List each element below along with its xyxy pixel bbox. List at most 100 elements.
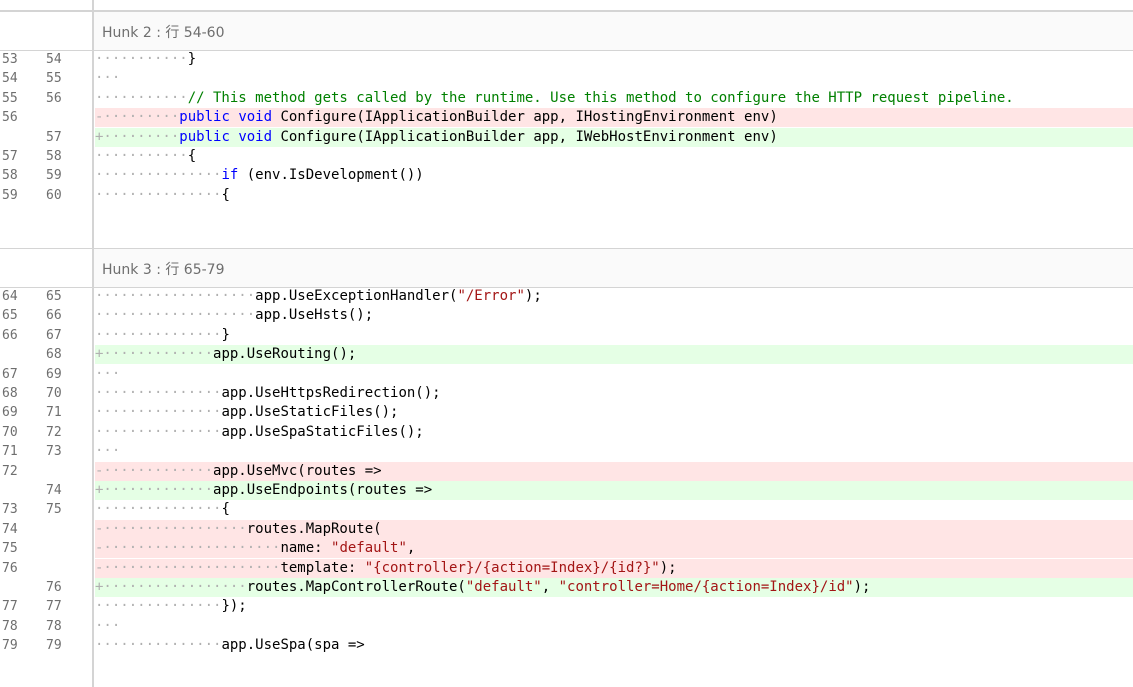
- whitespace-marker: ···············: [95, 598, 222, 615]
- whitespace-marker: ···············: [95, 385, 222, 401]
- whitespace-marker: ···················: [95, 288, 256, 304]
- code-text: ···: [95, 442, 1133, 461]
- whitespace-marker: ···············: [95, 326, 222, 343]
- code-token: }: [187, 51, 197, 67]
- hunk-title: Hunk 2 : 行 54-60: [102, 25, 225, 41]
- code-token: app.UseStaticFiles();: [221, 404, 399, 421]
- code-text: -·········public void Configure(IApplica…: [95, 108, 1133, 128]
- hunk-header: Hunk 3 : 行 65-79: [0, 248, 1133, 288]
- code-token: });: [221, 598, 247, 615]
- removed-line: 74 -·················routes.MapRoute(: [0, 519, 1133, 539]
- code-text: +·············app.UseEndpoints(routes =>: [95, 481, 1133, 500]
- old-line-number: 68: [2, 386, 18, 401]
- code-text: ···: [95, 617, 1133, 636]
- code-token: "default": [465, 579, 542, 595]
- new-line-number: 59: [46, 168, 62, 184]
- whitespace-marker: ···············: [95, 186, 222, 203]
- old-line-number: 72: [2, 463, 18, 479]
- code-token: public: [179, 109, 230, 126]
- new-line-number: 58: [46, 149, 62, 164]
- new-line-number: 79: [46, 638, 62, 654]
- new-line-number: 67: [46, 327, 62, 343]
- code-text: ···········{: [95, 147, 1133, 166]
- code-token: {: [221, 186, 230, 203]
- added-line: 74 +·············app.UseEndpoints(routes …: [0, 481, 1133, 500]
- old-line-number: 71: [2, 444, 18, 460]
- code-token: app.UseRouting();: [213, 346, 357, 363]
- context-line: 54 55 ···: [0, 69, 1133, 88]
- context-line: 67 69 ···: [0, 365, 1133, 384]
- code-token: routes.MapRoute(: [246, 520, 382, 537]
- context-line: 53 54 ···········}: [0, 50, 1133, 69]
- old-line-number: 54: [2, 71, 18, 87]
- code-token: app.UseEndpoints(routes =>: [213, 482, 433, 498]
- whitespace-marker: ···: [95, 70, 121, 87]
- whitespace-marker: +·········: [95, 128, 180, 145]
- code-text: -·············app.UseMvc(routes =>: [95, 461, 1133, 481]
- removed-line: 75 -·····················name: "default",: [0, 539, 1133, 559]
- old-line-number: 66: [2, 327, 18, 343]
- top-divider: [0, 0, 1133, 11]
- code-token: );: [524, 288, 542, 304]
- old-line-number: 56: [2, 110, 18, 126]
- whitespace-marker: ···············: [95, 501, 222, 518]
- context-line: 68 70 ···············app.UseHttpsRedirecti…: [0, 384, 1133, 403]
- code-token: app.UseHsts();: [255, 307, 374, 324]
- new-line-number: 57: [46, 129, 62, 145]
- new-line-number: 74: [46, 483, 62, 498]
- removed-line: 72 -·············app.UseMvc(routes =>: [0, 461, 1133, 481]
- old-line-number: 70: [2, 424, 18, 440]
- removed-line: 76 -·····················template: "{cont…: [0, 558, 1133, 578]
- code-token: app.UseHttpsRedirection();: [221, 385, 441, 401]
- new-line-number: 75: [46, 502, 62, 518]
- old-line-number: 65: [2, 308, 18, 324]
- old-line-number: 74: [2, 521, 18, 537]
- code-token: );: [659, 559, 677, 576]
- added-line: 57 +·········public void Configure(IAppli…: [0, 127, 1133, 147]
- new-line-number: 73: [46, 444, 62, 460]
- code-text: ···········// This method gets called by…: [95, 89, 1133, 108]
- code-text: ···············app.UseSpaStaticFiles();: [95, 423, 1133, 442]
- code-token: if: [221, 167, 239, 184]
- code-token: ,: [541, 579, 559, 595]
- new-line-number: 66: [46, 308, 62, 324]
- whitespace-marker: ···············: [95, 404, 222, 421]
- code-token: // This method gets called by the runtim…: [187, 89, 1014, 106]
- context-line: 77 77 ···············});: [0, 597, 1133, 616]
- code-token: app.UseExceptionHandler(: [255, 288, 458, 304]
- context-line: 55 56 ···········// This method gets calle…: [0, 89, 1133, 108]
- new-line-number: 56: [46, 90, 62, 106]
- code-text: ···············}: [95, 326, 1133, 345]
- code-text: ···················app.UseExceptionHandl…: [95, 287, 1133, 306]
- context-line: 65 66 ···················app.UseHsts();: [0, 306, 1133, 325]
- code-text: +·············app.UseRouting();: [95, 345, 1133, 365]
- context-line: 70 72 ···············app.UseSpaStaticFiles…: [0, 423, 1133, 442]
- code-token: Configure(IApplicationBuilder app, IHost…: [272, 109, 778, 126]
- code-text: +·················routes.MapControllerRo…: [95, 578, 1133, 597]
- old-line-number: 78: [2, 618, 18, 634]
- context-line: 73 75 ···············{: [0, 500, 1133, 519]
- whitespace-marker: +·············: [95, 482, 214, 498]
- hunk-title: Hunk 3 : 行 65-79: [102, 262, 225, 278]
- old-line-number: 69: [2, 405, 18, 421]
- code-text: ···········}: [95, 50, 1133, 69]
- old-line-number: 67: [2, 366, 18, 382]
- code-text: ···············});: [95, 597, 1133, 616]
- old-line-number: 75: [2, 541, 18, 557]
- code-text: ···············app.UseStaticFiles();: [95, 403, 1133, 422]
- old-line-number: 73: [2, 502, 18, 518]
- old-line-number: 64: [2, 289, 18, 304]
- code-text: ···················app.UseHsts();: [95, 306, 1133, 325]
- whitespace-marker: ···············: [95, 637, 222, 654]
- context-line: 57 58 ···········{: [0, 147, 1133, 166]
- whitespace-marker: ···············: [95, 423, 222, 440]
- old-line-number: 79: [2, 638, 18, 654]
- code-token: Configure(IApplicationBuilder app, IWebH…: [272, 128, 778, 145]
- whitespace-marker: +·············: [95, 346, 214, 363]
- added-line: 76 +·················routes.MapController…: [0, 578, 1133, 597]
- new-line-number: 60: [46, 187, 62, 203]
- code-token: name:: [280, 540, 332, 557]
- code-token: "/Error": [457, 288, 525, 304]
- context-line: 69 71 ···············app.UseStaticFiles();: [0, 403, 1133, 422]
- code-token: routes.MapControllerRoute(: [246, 579, 466, 595]
